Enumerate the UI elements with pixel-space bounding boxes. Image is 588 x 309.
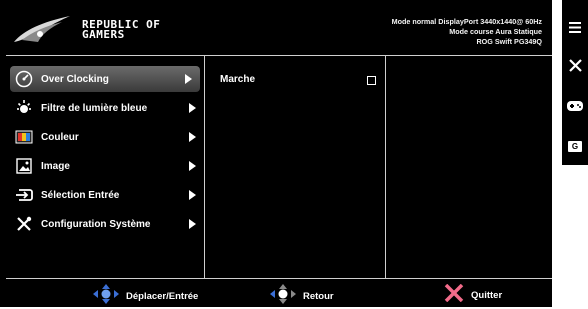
chevron-right-icon bbox=[185, 74, 192, 84]
joystick-back-icon bbox=[270, 284, 296, 309]
menu-item-label: Image bbox=[41, 160, 70, 172]
chevron-right-icon bbox=[189, 132, 196, 142]
menu-item-image[interactable]: Image bbox=[6, 153, 204, 179]
chevron-right-icon bbox=[189, 161, 196, 171]
menu-item-label: Couleur bbox=[41, 131, 79, 143]
osd-window: REPUBLIC OF GAMERS Mode normal DisplayPo… bbox=[0, 0, 552, 307]
quick-sidebar: G bbox=[562, 0, 588, 165]
gameplus-button[interactable]: G bbox=[562, 131, 588, 161]
menu-item-label: Over Clocking bbox=[41, 73, 109, 85]
menu-item-over-clocking[interactable]: Over Clocking bbox=[10, 66, 200, 92]
menu-item-color[interactable]: Couleur bbox=[6, 124, 204, 150]
checkbox[interactable] bbox=[367, 76, 376, 85]
back-hint[interactable]: Retour bbox=[270, 284, 334, 309]
status-info: Mode normal DisplayPort 3440x1440@ 60Hz … bbox=[392, 17, 542, 47]
input-select-icon bbox=[15, 186, 33, 204]
color-icon bbox=[15, 128, 33, 146]
chevron-right-icon bbox=[189, 190, 196, 200]
main-menu: Over Clocking Filtre de lumière bleue Co… bbox=[6, 66, 204, 240]
exit-x-icon bbox=[444, 283, 464, 307]
menu-item-input-select[interactable]: Sélection Entrée bbox=[6, 182, 204, 208]
divider bbox=[204, 56, 205, 278]
menu-icon bbox=[569, 20, 581, 38]
blue-light-icon bbox=[15, 99, 33, 117]
brand-line2: GAMERS bbox=[82, 28, 125, 41]
status-line-aura: Mode course Aura Statique bbox=[449, 27, 542, 36]
exit-label: Quitter bbox=[471, 290, 503, 301]
system-config-icon bbox=[15, 215, 33, 233]
status-line-mode: Mode normal DisplayPort 3440x1440@ 60Hz bbox=[391, 17, 542, 26]
move-label: Déplacer/Entrée bbox=[126, 291, 199, 302]
joystick-move-icon bbox=[93, 284, 119, 309]
gamepad-icon bbox=[567, 98, 583, 116]
chevron-right-icon bbox=[189, 219, 196, 229]
option-on[interactable]: Marche bbox=[213, 71, 383, 87]
menu-button[interactable] bbox=[562, 14, 588, 44]
speedometer-icon bbox=[15, 70, 33, 88]
menu-item-blue-light-filter[interactable]: Filtre de lumière bleue bbox=[6, 95, 204, 121]
gameplus-icon: G bbox=[568, 140, 582, 152]
menu-item-system-config[interactable]: Configuration Système bbox=[6, 211, 204, 237]
status-line-model: ROG Swift PG349Q bbox=[476, 37, 542, 46]
rog-logo: REPUBLIC OF GAMERS bbox=[12, 12, 182, 46]
menu-item-label: Configuration Système bbox=[41, 218, 151, 230]
chevron-right-icon bbox=[189, 103, 196, 113]
submenu: Marche bbox=[213, 71, 383, 87]
move-enter-hint[interactable]: Déplacer/Entrée bbox=[93, 284, 198, 309]
exit-hint[interactable]: Quitter bbox=[444, 283, 503, 307]
close-icon bbox=[568, 59, 582, 77]
divider bbox=[385, 56, 386, 278]
close-button[interactable] bbox=[562, 53, 588, 83]
menu-item-label: Filtre de lumière bleue bbox=[41, 102, 148, 114]
gamepad-button[interactable] bbox=[562, 92, 588, 122]
option-label: Marche bbox=[220, 73, 256, 85]
footer-bar: Déplacer/Entrée Retour Quitter bbox=[0, 278, 552, 307]
menu-frame: Over Clocking Filtre de lumière bleue Co… bbox=[6, 55, 552, 279]
image-icon bbox=[15, 157, 33, 175]
back-label: Retour bbox=[303, 291, 334, 302]
menu-item-label: Sélection Entrée bbox=[41, 189, 120, 201]
